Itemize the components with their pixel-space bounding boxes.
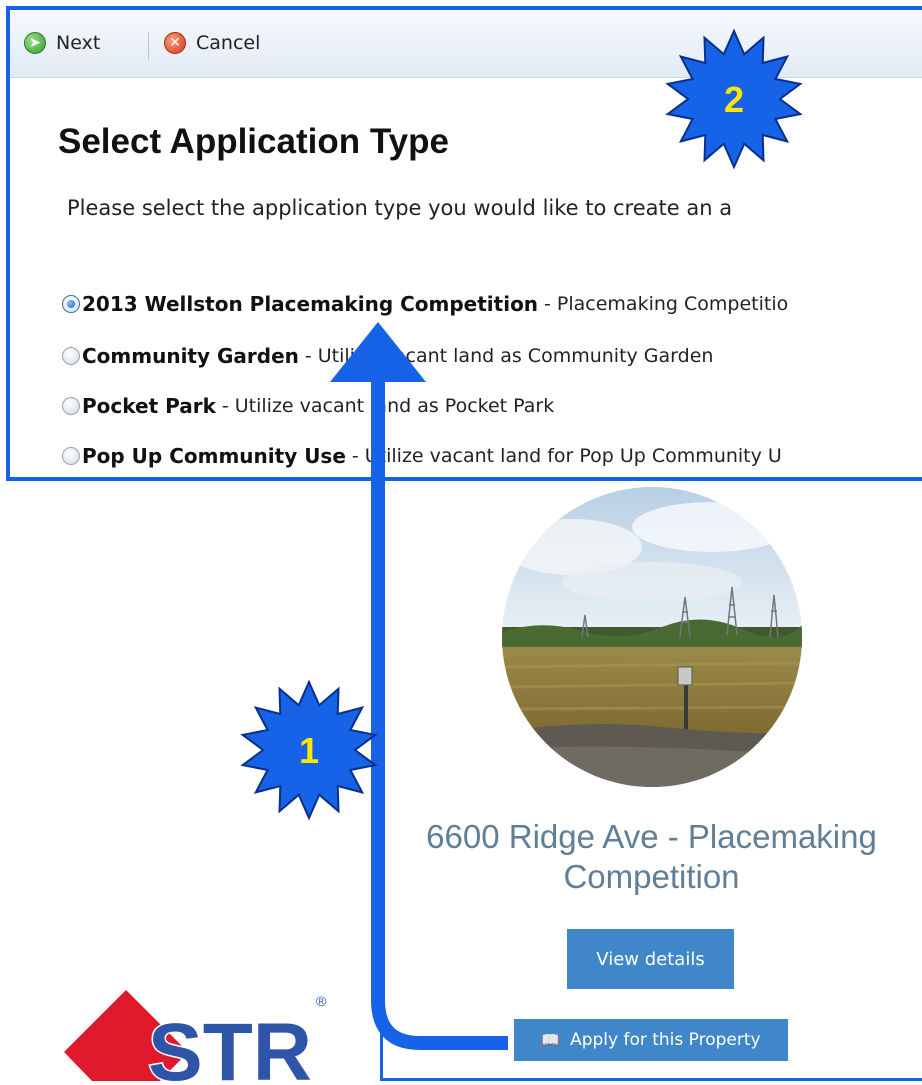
- radio-button-selected[interactable]: [62, 295, 80, 313]
- next-button-label: Next: [56, 32, 101, 54]
- radio-button[interactable]: [62, 397, 80, 415]
- option-description: Utilize vacant land as Community Garden: [317, 345, 714, 367]
- book-icon: 📖: [541, 1031, 561, 1049]
- option-description: Placemaking Competitio: [556, 293, 789, 315]
- property-title: 6600 Ridge Ave - Placemaking Competition: [383, 817, 920, 897]
- apply-for-property-button[interactable]: 📖 Apply for this Property: [514, 1019, 788, 1061]
- view-details-button[interactable]: View details: [567, 929, 734, 989]
- step-1-number: 1: [299, 730, 319, 771]
- cancel-button[interactable]: ✕ Cancel: [164, 32, 260, 54]
- option-pop-up-community-use[interactable]: Pop Up Community Use - Utilize vacant la…: [62, 444, 782, 468]
- option-description: Utilize vacant land for Pop Up Community…: [364, 445, 782, 467]
- radio-button[interactable]: [62, 447, 80, 465]
- toolbar-divider: [148, 32, 149, 60]
- option-name: 2013 Wellston Placemaking Competition: [82, 292, 539, 316]
- option-name: Pop Up Community Use: [82, 444, 346, 468]
- page-title: Select Application Type: [58, 122, 449, 161]
- logo-text: STR: [148, 1007, 312, 1081]
- radio-button[interactable]: [62, 347, 80, 365]
- option-separator: -: [351, 445, 359, 467]
- option-name: Community Garden: [82, 344, 299, 368]
- option-description: Utilize vacant land as Pocket Park: [234, 395, 555, 417]
- option-separator: -: [221, 395, 229, 417]
- cancel-button-label: Cancel: [196, 32, 261, 54]
- dialog-toolbar: ➤ Next ✕ Cancel: [10, 10, 922, 78]
- property-photo: [502, 487, 802, 787]
- property-title-line2: Competition: [563, 858, 740, 895]
- logo-registered-mark: ®: [316, 993, 327, 1009]
- arrow-right-icon: ➤: [24, 32, 46, 54]
- str-logo: STR ®: [64, 990, 344, 1085]
- option-separator: -: [304, 345, 312, 367]
- option-community-garden[interactable]: Community Garden - Utilize vacant land a…: [62, 344, 713, 368]
- option-separator: -: [544, 293, 551, 315]
- apply-button-label: Apply for this Property: [570, 1030, 761, 1050]
- option-pocket-park[interactable]: Pocket Park - Utilize vacant land as Poc…: [62, 394, 554, 418]
- option-wellston-placemaking[interactable]: 2013 Wellston Placemaking Competition - …: [62, 292, 788, 316]
- property-title-line1: 6600 Ridge Ave - Placemaking: [426, 818, 877, 855]
- instruction-text: Please select the application type you w…: [67, 196, 733, 220]
- close-icon: ✕: [164, 32, 186, 54]
- next-button[interactable]: ➤ Next: [24, 32, 100, 54]
- select-application-dialog: ➤ Next ✕ Cancel Select Application Type …: [6, 6, 922, 481]
- option-name: Pocket Park: [82, 394, 216, 418]
- step-1-starburst: 1: [240, 679, 378, 821]
